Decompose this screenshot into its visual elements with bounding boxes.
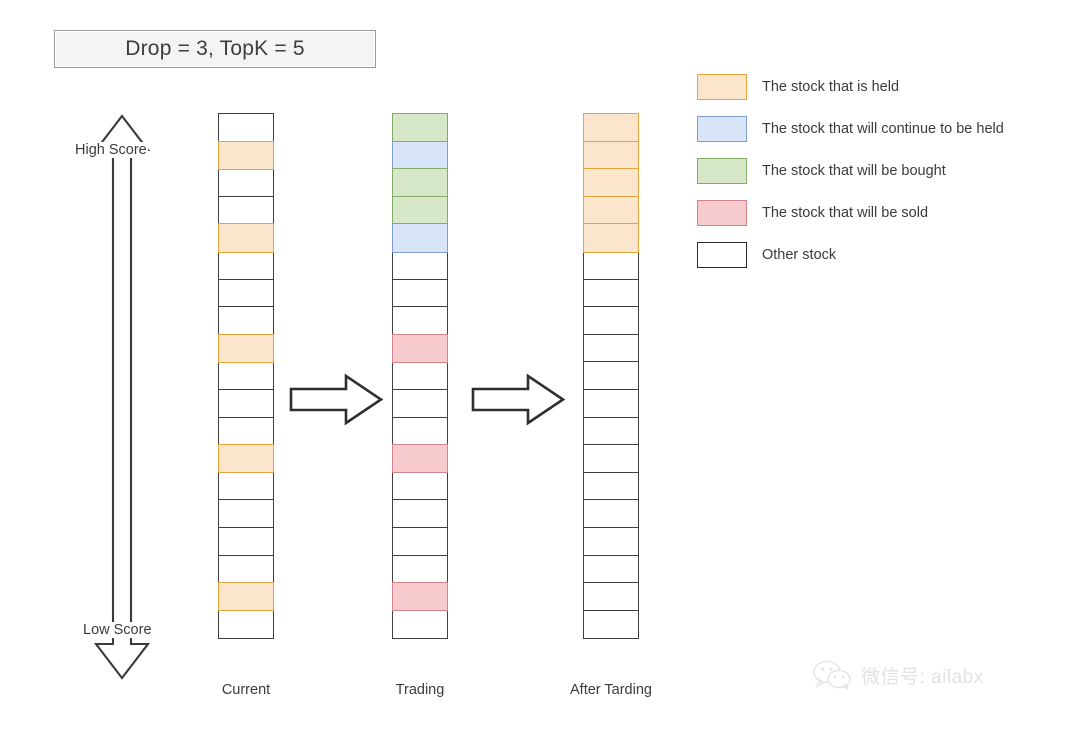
stock-cell-red: [392, 333, 448, 363]
legend-item: The stock that will be sold: [697, 192, 1047, 234]
stock-cell-orange: [218, 582, 274, 612]
column-after-trading: [583, 113, 639, 639]
double-vertical-arrow-icon: [93, 114, 151, 680]
legend-item: The stock that will be bought: [697, 150, 1047, 192]
stock-cell-white: [583, 306, 639, 336]
parameters-title-box: Drop = 3, TopK = 5: [54, 30, 376, 68]
stock-cell-orange: [583, 195, 639, 225]
stock-cell-white: [392, 526, 448, 557]
stock-cell-white: [583, 582, 639, 612]
stock-cell-white: [392, 471, 448, 501]
stock-cell-green: [392, 113, 448, 143]
stock-cell-white: [218, 471, 274, 501]
column-label-current: Current: [221, 682, 271, 698]
column-label-trading: Trading: [395, 682, 445, 698]
legend-item: The stock that will continue to be held: [697, 108, 1047, 150]
arrow-right-icon: [289, 373, 384, 426]
legend-item: Other stock: [697, 234, 1047, 276]
stock-cell-orange: [218, 140, 274, 170]
stock-cell-orange: [218, 444, 274, 474]
stock-cell-white: [583, 250, 639, 281]
stock-cell-orange: [218, 333, 274, 363]
stock-cell-white: [583, 278, 639, 308]
arrow-current-to-trading: [288, 372, 384, 432]
stock-cell-white: [218, 168, 274, 198]
stock-cell-white: [218, 306, 274, 336]
stock-cell-white: [583, 333, 639, 363]
stock-cell-white: [218, 278, 274, 308]
column-trading: [392, 113, 448, 639]
legend-label: The stock that will continue to be held: [762, 121, 1004, 137]
stock-cell-white: [392, 306, 448, 336]
arrow-right-icon: [471, 373, 566, 426]
stock-cell-white: [583, 416, 639, 446]
legend-swatch-blue: [697, 116, 747, 142]
legend-label: The stock that will be sold: [762, 205, 929, 221]
stock-cell-green: [392, 195, 448, 225]
legend-swatch-green: [697, 158, 747, 184]
stock-cell-orange: [583, 113, 639, 143]
stock-cell-white: [583, 526, 639, 557]
stock-cell-white: [218, 416, 274, 446]
stock-cell-orange: [218, 223, 274, 253]
stock-cell-white: [583, 388, 639, 419]
legend-swatch-white: [697, 242, 747, 268]
legend-label: The stock that is held: [762, 79, 900, 95]
score-direction-axis: [84, 112, 160, 682]
axis-label-low-score: Low Score: [82, 622, 153, 638]
stock-cell-white: [392, 554, 448, 584]
stock-cell-white: [583, 471, 639, 501]
parameters-title-text: Drop = 3, TopK = 5: [125, 37, 305, 60]
arrow-trading-to-after: [470, 372, 566, 432]
stock-cell-white: [218, 195, 274, 225]
legend: The stock that is held The stock that wil…: [697, 66, 1047, 276]
stock-cell-white: [392, 609, 448, 639]
stock-cell-blue: [392, 140, 448, 170]
stock-cell-white: [392, 416, 448, 446]
stock-cell-white: [392, 499, 448, 529]
stock-cell-red: [392, 444, 448, 474]
stock-cell-white: [218, 554, 274, 584]
stock-cell-orange: [583, 223, 639, 253]
stock-cell-red: [392, 582, 448, 612]
stock-cell-white: [218, 113, 274, 143]
stock-cell-blue: [392, 223, 448, 253]
watermark-text: 微信号: ailabx: [861, 666, 984, 688]
legend-item: The stock that is held: [697, 66, 1047, 108]
stock-cell-white: [392, 388, 448, 419]
watermark: 微信号: ailabx: [812, 660, 984, 690]
stock-cell-white: [218, 526, 274, 557]
column-current: [218, 113, 274, 639]
stock-cell-white: [218, 250, 274, 281]
stock-cell-white: [583, 554, 639, 584]
legend-swatch-red: [697, 200, 747, 226]
axis-label-high-score: High Score: [74, 142, 148, 158]
stock-cell-white: [218, 499, 274, 529]
stock-cell-white: [583, 609, 639, 639]
legend-swatch-orange: [697, 74, 747, 100]
wechat-icon: [813, 660, 851, 690]
stock-cell-orange: [583, 140, 639, 170]
stock-cell-white: [583, 361, 639, 391]
stock-cell-white: [583, 499, 639, 529]
stock-cell-white: [218, 388, 274, 419]
stock-cell-white: [218, 609, 274, 639]
legend-label: Other stock: [762, 247, 837, 263]
stock-cell-white: [392, 250, 448, 281]
stock-cell-white: [218, 361, 274, 391]
stock-cell-white: [583, 444, 639, 474]
stock-cell-green: [392, 168, 448, 198]
stock-cell-white: [392, 361, 448, 391]
legend-label: The stock that will be bought: [762, 163, 946, 179]
stock-cell-white: [392, 278, 448, 308]
column-label-after-trading: After Tarding: [570, 682, 652, 698]
stock-cell-orange: [583, 168, 639, 198]
